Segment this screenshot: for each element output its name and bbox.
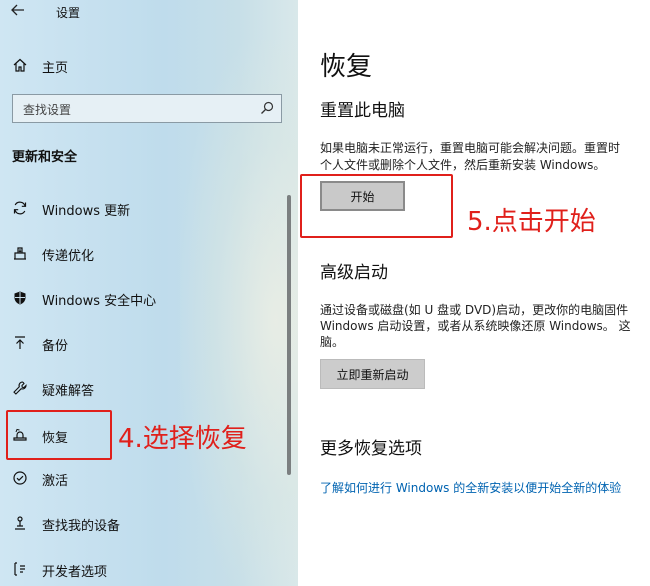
reset-description-line: 个人文件或删除个人文件，然后重新安装 Windows。 — [320, 158, 606, 172]
sidebar-item-label: 备份 — [42, 339, 69, 354]
sidebar-item-backup[interactable]: 备份 — [0, 328, 298, 358]
sidebar-scrollbar[interactable] — [287, 195, 291, 475]
clean-install-link[interactable]: 了解如何进行 Windows 的全新安装以便开始全新的体验 — [320, 479, 621, 496]
advanced-description-line: 通过设备或磁盘(如 U 盘或 DVD)启动，更改你的电脑固件 — [320, 303, 629, 317]
back-arrow-icon[interactable] — [10, 2, 30, 22]
delivery-optimization-icon — [10, 243, 30, 263]
sidebar-item-find-my-device[interactable]: 查找我的设备 — [0, 508, 298, 538]
content-pane: 恢复 重置此电脑 如果电脑未正常运行，重置电脑可能会解决问题。重置时 个人文件或… — [298, 0, 650, 586]
sidebar-item-troubleshoot[interactable]: 疑难解答 — [0, 373, 298, 403]
sidebar-item-activation[interactable]: 激活 — [0, 463, 298, 493]
sync-icon — [10, 198, 30, 218]
restart-now-button[interactable]: 立即重新启动 — [320, 359, 425, 389]
sidebar-item-label: 查找我的设备 — [42, 519, 121, 534]
window-title: 设置 — [56, 6, 81, 20]
sidebar-item-label: 激活 — [42, 474, 69, 489]
reset-description-line: 如果电脑未正常运行，重置电脑可能会解决问题。重置时 — [320, 141, 621, 155]
step5-highlight-box — [300, 174, 453, 238]
shield-icon — [10, 288, 30, 308]
page-title: 恢复 — [320, 52, 373, 82]
advanced-description-line: Windows 启动设置，或者从系统映像还原 Windows。 这 — [320, 319, 631, 333]
check-circle-icon — [10, 468, 30, 488]
sidebar-item-windows-update[interactable]: Windows 更新 — [0, 193, 298, 223]
sidebar-item-label: Windows 更新 — [42, 204, 131, 219]
backup-arrow-icon — [10, 333, 30, 353]
step4-highlight-box — [6, 410, 112, 460]
sidebar-item-label: 主页 — [42, 61, 69, 76]
step4-annotation: 4.选择恢复 — [118, 424, 247, 454]
search-placeholder: 查找设置 — [23, 103, 72, 117]
developer-icon — [10, 559, 30, 579]
section-title: 更新和安全 — [12, 150, 78, 165]
more-options-heading: 更多恢复选项 — [320, 439, 422, 459]
sidebar-item-label: 疑难解答 — [42, 384, 95, 399]
home-icon — [10, 55, 30, 75]
sidebar-item-label: 传递优化 — [42, 249, 95, 264]
wrench-icon — [10, 378, 30, 398]
search-input[interactable]: 查找设置 — [12, 94, 282, 123]
sidebar-item-developer[interactable]: 开发者选项 — [0, 554, 298, 584]
person-locate-icon — [10, 513, 30, 533]
sidebar-item-label: 开发者选项 — [42, 565, 108, 580]
advanced-description-line: 脑。 — [320, 335, 345, 349]
sidebar-item-windows-security[interactable]: Windows 安全中心 — [0, 283, 298, 313]
reset-heading: 重置此电脑 — [320, 101, 405, 121]
advanced-startup-heading: 高级启动 — [320, 263, 388, 283]
sidebar-item-label: Windows 安全中心 — [42, 294, 157, 309]
sidebar-item-delivery-optimization[interactable]: 传递优化 — [0, 238, 298, 268]
search-icon[interactable] — [259, 100, 275, 116]
title-bar: 设置 — [0, 0, 298, 26]
sidebar: 设置 主页 查找设置 更新和安全 Windows 更新 传递优化 Windows… — [0, 0, 298, 586]
step5-annotation: 5.点击开始 — [467, 207, 596, 237]
sidebar-item-home[interactable]: 主页 — [0, 52, 298, 78]
